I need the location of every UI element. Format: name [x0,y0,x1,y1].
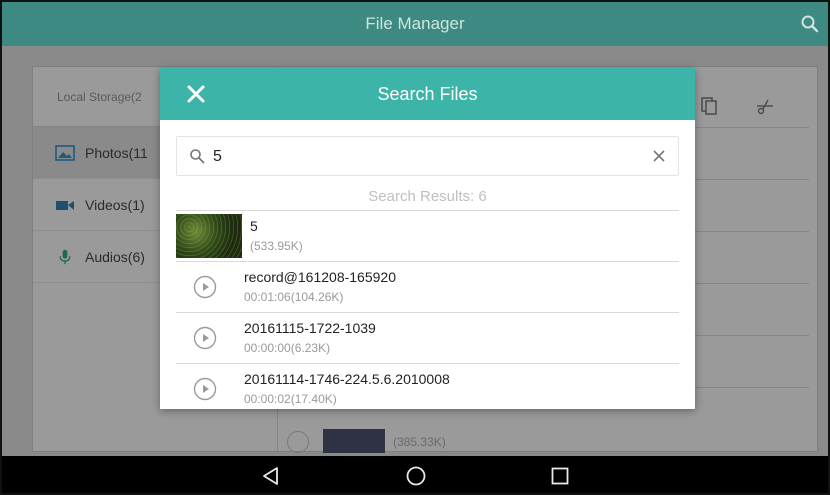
file-size: (385.33K) [393,435,446,449]
play-circle-icon[interactable] [193,275,217,299]
play-circle-icon[interactable] [193,326,217,350]
image-thumbnail [176,214,242,258]
sidebar-item-label: Videos(1) [85,196,145,213]
list-item[interactable]: 20161115-1722-1039 00:00:00(6.23K) [176,312,679,363]
copy-icon[interactable] [701,97,717,115]
sidebar-item-label: Photos(11 [85,144,148,161]
home-circle-icon[interactable] [405,465,427,487]
search-icon [190,149,205,164]
file-name: 5 [250,218,258,234]
search-field[interactable] [176,136,679,176]
photo-icon [55,144,75,161]
cut-icon[interactable] [755,97,775,115]
results-list: 5 (533.95K) record@161208-165920 00:01:0… [176,210,679,409]
device-screen: File Manager Local Storage(2 Photos(11 V… [0,0,830,495]
play-circle-icon[interactable] [193,377,217,401]
dialog-title: Search Files [377,84,478,104]
dialog-header: Search Files [160,68,695,120]
file-name: 20161115-1722-1039 [244,320,376,336]
file-name: record@161208-165920 [244,269,396,285]
radio-circle [287,431,309,453]
search-files-dialog: Search Files Search Results: 6 5 (533.95… [160,68,695,409]
file-meta: 00:00:02(17.40K) [244,392,337,406]
search-input[interactable] [213,145,633,169]
navigation-bar [2,456,828,493]
file-meta: 00:01:06(104.26K) [244,290,344,304]
list-item[interactable]: record@161208-165920 00:01:06(104.26K) [176,261,679,312]
list-item[interactable]: 5 (533.95K) [176,210,679,261]
file-name: 20161114-1746-224.5.6.2010008 [244,371,450,387]
search-icon[interactable] [800,14,820,34]
file-meta: 00:00:00(6.23K) [244,341,331,355]
app-bar: File Manager [2,2,828,46]
file-meta: (533.95K) [250,239,303,253]
recents-square-icon[interactable] [549,465,571,487]
microphone-icon [59,249,71,264]
list-item[interactable]: 20161114-1746-224.5.6.2010008 00:00:02(1… [176,363,679,409]
thumbnail [323,429,385,453]
app-title: File Manager [365,14,465,33]
video-icon [56,200,74,210]
sidebar-item-label: Audios(6) [85,248,145,265]
back-triangle-icon[interactable] [260,465,282,487]
clear-icon[interactable] [652,149,666,163]
results-count: Search Results: 6 [368,188,487,205]
